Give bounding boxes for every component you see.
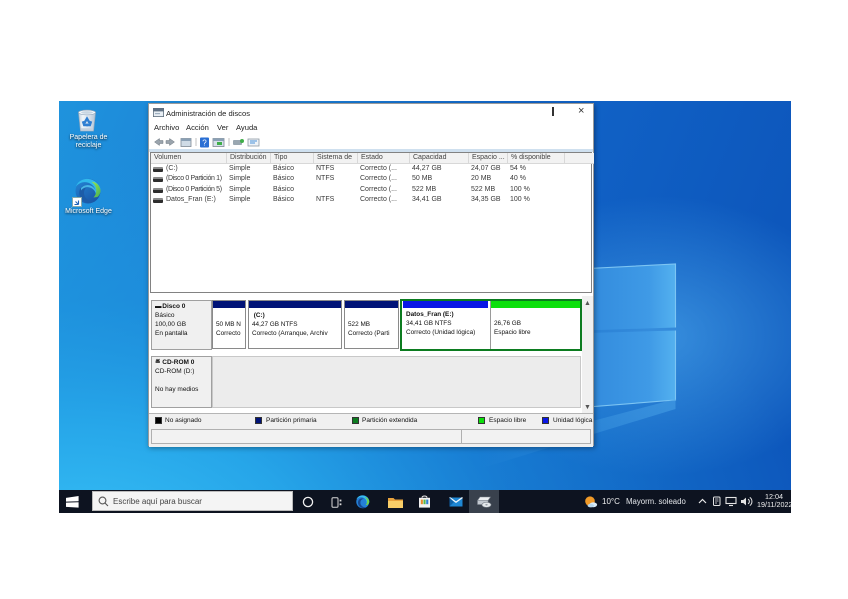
svg-text:?: ? [202, 139, 207, 148]
